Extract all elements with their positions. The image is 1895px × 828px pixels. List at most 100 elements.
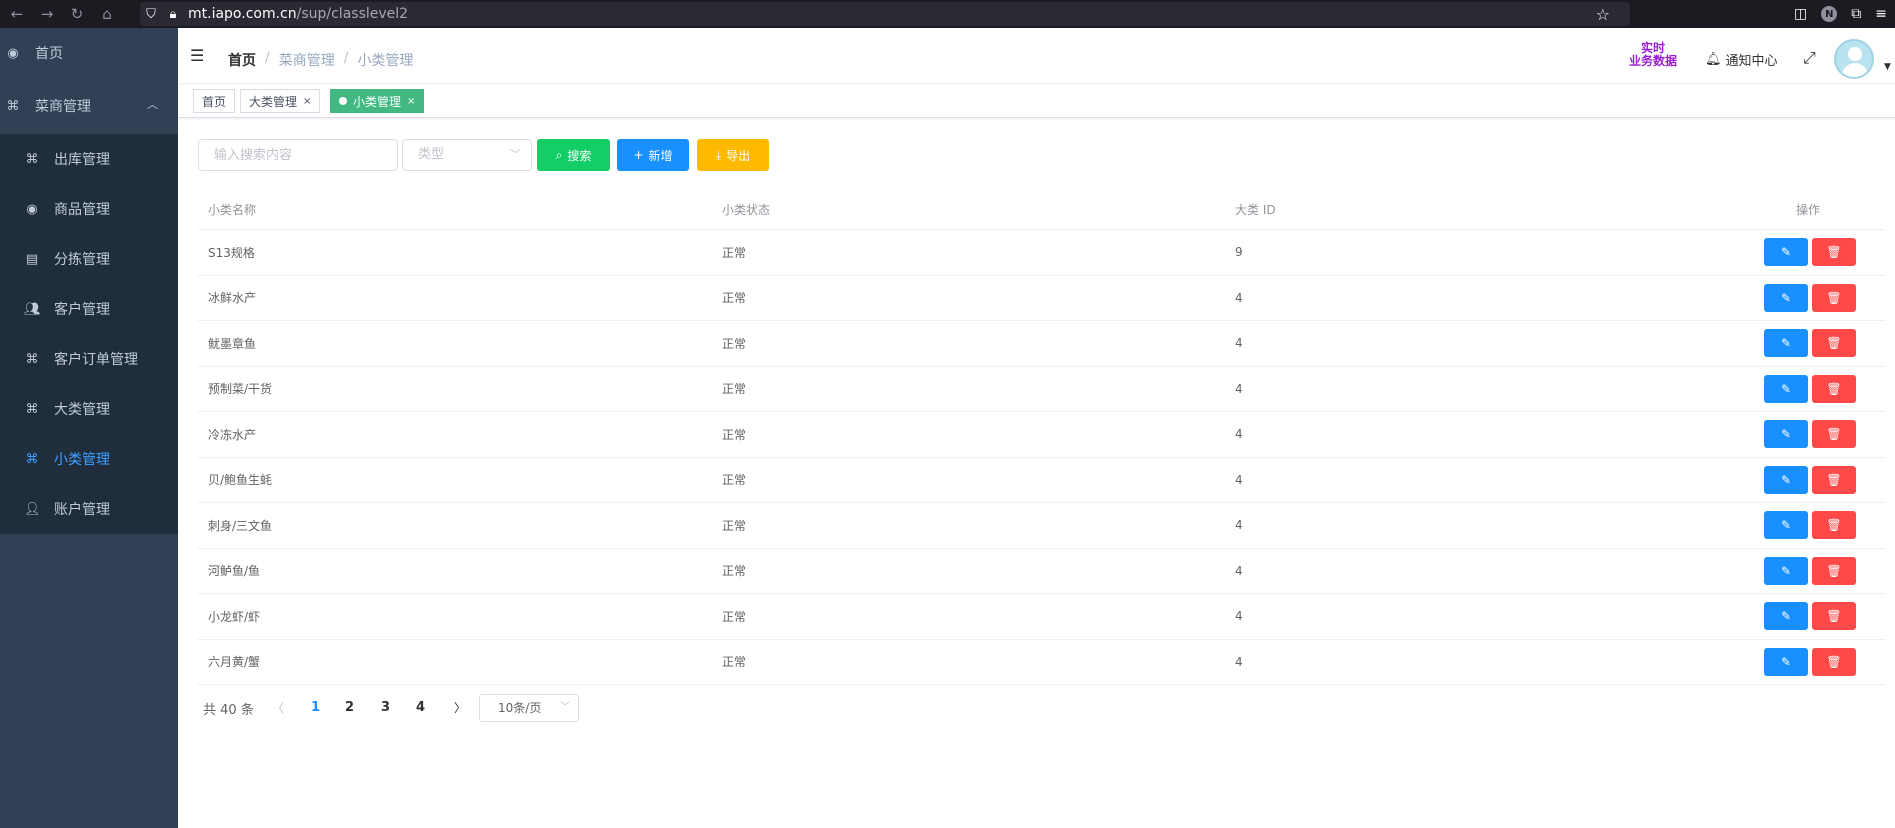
trash-icon: 🗑︎ <box>1826 609 1842 623</box>
sidebar-item-products[interactable]: ◉ 商品管理 <box>0 184 178 234</box>
forward-arrow-icon[interactable]: → <box>34 0 60 28</box>
bell-icon: 🔔︎ <box>1705 52 1722 67</box>
edit-icon: ✎ <box>1780 336 1792 350</box>
breadcrumb-separator: / <box>343 50 349 66</box>
next-page-icon[interactable]: 〉 <box>454 694 466 722</box>
url-text[interactable]: mt.iapo.com.cn/sup/classlevel2 <box>188 6 408 22</box>
tag-minor-category[interactable]: 小类管理 × <box>330 89 425 113</box>
address-bar[interactable]: ⛉ 🔒︎ mt.iapo.com.cn/sup/classlevel2 ☆ <box>140 2 1630 26</box>
edit-button[interactable]: ✎ <box>1764 374 1808 403</box>
home-icon[interactable]: ⌂ <box>94 0 120 28</box>
tag-home[interactable]: 首页 <box>193 89 236 113</box>
cell-status: 正常 <box>722 609 747 624</box>
table-row: 河鲈鱼/鱼 正常 4 ✎ 🗑︎ <box>198 549 1885 594</box>
edit-button[interactable]: ✎ <box>1764 238 1808 266</box>
delete-button[interactable]: 🗑︎ <box>1812 283 1856 312</box>
delete-button[interactable]: 🗑︎ <box>1812 238 1856 266</box>
edit-button[interactable]: ✎ <box>1764 556 1808 585</box>
delete-button[interactable]: 🗑︎ <box>1812 511 1856 539</box>
realtime-data-link[interactable]: 实时 业务数据 <box>1629 42 1677 68</box>
delete-button[interactable]: 🗑︎ <box>1812 647 1856 676</box>
cell-name: 预制菜/干货 <box>208 382 273 397</box>
search-button[interactable]: ⌕ 搜索 <box>537 139 610 171</box>
edit-button[interactable]: ✎ <box>1764 602 1808 630</box>
edit-button[interactable]: ✎ <box>1764 465 1808 494</box>
extension-n-icon[interactable]: N <box>1821 6 1838 22</box>
page-1[interactable]: 1 <box>311 694 320 722</box>
sidebar-item-major-category[interactable]: ⌘ 大类管理 <box>0 384 178 434</box>
close-icon[interactable]: × <box>407 96 415 107</box>
document-icon: ▤ <box>25 251 39 267</box>
dashboard-icon: ◉ <box>7 45 19 61</box>
sidebar-item-outbound[interactable]: ⌘ 出库管理 <box>0 134 178 184</box>
shield-icon[interactable]: ⛉ <box>140 2 162 26</box>
hamburger-icon[interactable]: ☰ <box>190 46 204 65</box>
type-select[interactable]: 类型 ﹀ <box>402 139 532 171</box>
delete-button[interactable]: 🗑︎ <box>1812 420 1856 448</box>
edit-button[interactable]: ✎ <box>1764 329 1808 357</box>
search-input[interactable] <box>198 139 398 171</box>
delete-button[interactable]: 🗑︎ <box>1812 329 1856 357</box>
extensions-puzzle-icon[interactable]: ⧉ <box>1851 6 1861 22</box>
add-button[interactable]: + 新增 <box>617 139 689 171</box>
column-header-parent-id: 大类 ID <box>1235 203 1276 217</box>
cell-parent-id: 4 <box>1235 381 1243 396</box>
export-button[interactable]: ⤓ 导出 <box>697 139 769 171</box>
page-4[interactable]: 4 <box>416 694 425 722</box>
breadcrumb-separator: / <box>265 50 270 66</box>
sidebar-item-minor-category[interactable]: ⌘ 小类管理 <box>0 434 178 484</box>
sidebar-item-vendor-management[interactable]: ⌘ 菜商管理 ︿ <box>0 78 178 134</box>
notification-center[interactable]: 🔔︎ 通知中心 <box>1705 50 1778 69</box>
sidebar-item-label: 菜商管理 <box>35 99 91 115</box>
page-3[interactable]: 3 <box>381 694 390 722</box>
sidebar-item-customers[interactable]: 👥︎ 客户管理 <box>0 284 178 334</box>
page-size-select[interactable]: 10条/页 ﹀ <box>479 694 579 722</box>
page-size-value: 10条/页 <box>498 701 542 715</box>
pocket-icon[interactable]: ◫ <box>1794 6 1807 22</box>
page-2[interactable]: 2 <box>345 694 354 722</box>
cell-status: 正常 <box>722 291 747 306</box>
trash-icon: 🗑︎ <box>1826 518 1842 532</box>
bookmark-star-icon[interactable]: ☆ <box>1596 5 1610 24</box>
fullscreen-icon[interactable]: ⤢ <box>1803 48 1816 68</box>
sidebar-item-home[interactable]: ◉ 首页 <box>0 28 178 78</box>
edit-button[interactable]: ✎ <box>1764 420 1808 448</box>
breadcrumb-home[interactable]: 首页 <box>228 50 256 70</box>
delete-button[interactable]: 🗑︎ <box>1812 602 1856 630</box>
delete-button[interactable]: 🗑︎ <box>1812 374 1856 403</box>
edit-icon: ✎ <box>1780 427 1792 441</box>
delete-button[interactable]: 🗑︎ <box>1812 465 1856 494</box>
cell-name: 鱿墨章鱼 <box>208 336 257 351</box>
grid-icon: ⌘ <box>6 98 20 114</box>
sidebar-item-accounts[interactable]: 👤︎ 账户管理 <box>0 484 178 534</box>
cell-name: 小龙虾/虾 <box>208 609 261 624</box>
grid-icon: ⌘ <box>25 451 39 467</box>
cell-name: 六月黄/蟹 <box>208 655 261 670</box>
reload-icon[interactable]: ↻ <box>64 0 90 28</box>
edit-button[interactable]: ✎ <box>1764 647 1808 676</box>
tag-major-category[interactable]: 大类管理 × <box>240 89 321 113</box>
trash-icon: 🗑︎ <box>1826 654 1842 669</box>
cell-parent-id: 4 <box>1235 518 1243 533</box>
sidebar-item-sorting[interactable]: ▤ 分拣管理 <box>0 234 178 284</box>
close-icon[interactable]: × <box>303 96 311 107</box>
prev-page-icon[interactable]: 〈 <box>272 694 284 722</box>
avatar[interactable] <box>1834 39 1874 79</box>
lock-icon[interactable]: 🔒︎ <box>162 2 184 26</box>
edit-button[interactable]: ✎ <box>1764 511 1808 539</box>
edit-icon: ✎ <box>1780 290 1792 305</box>
delete-button[interactable]: 🗑︎ <box>1812 556 1856 585</box>
edit-icon: ✎ <box>1780 609 1792 623</box>
cell-parent-id: 4 <box>1235 563 1243 578</box>
tag-label: 大类管理 <box>249 94 298 109</box>
sidebar-item-customer-orders[interactable]: ⌘ 客户订单管理 <box>0 334 178 384</box>
column-header-status: 小类状态 <box>722 203 771 217</box>
cell-parent-id: 4 <box>1235 336 1243 351</box>
back-arrow-icon[interactable]: ← <box>4 0 30 28</box>
caret-down-icon[interactable]: ▼ <box>1884 62 1891 72</box>
breadcrumb-current: 小类管理 <box>357 53 414 69</box>
edit-button[interactable]: ✎ <box>1764 283 1808 312</box>
cell-status: 正常 <box>722 655 747 670</box>
menu-icon[interactable]: ≡ <box>1875 6 1887 22</box>
chevron-down-icon: ﹀ <box>560 702 570 713</box>
